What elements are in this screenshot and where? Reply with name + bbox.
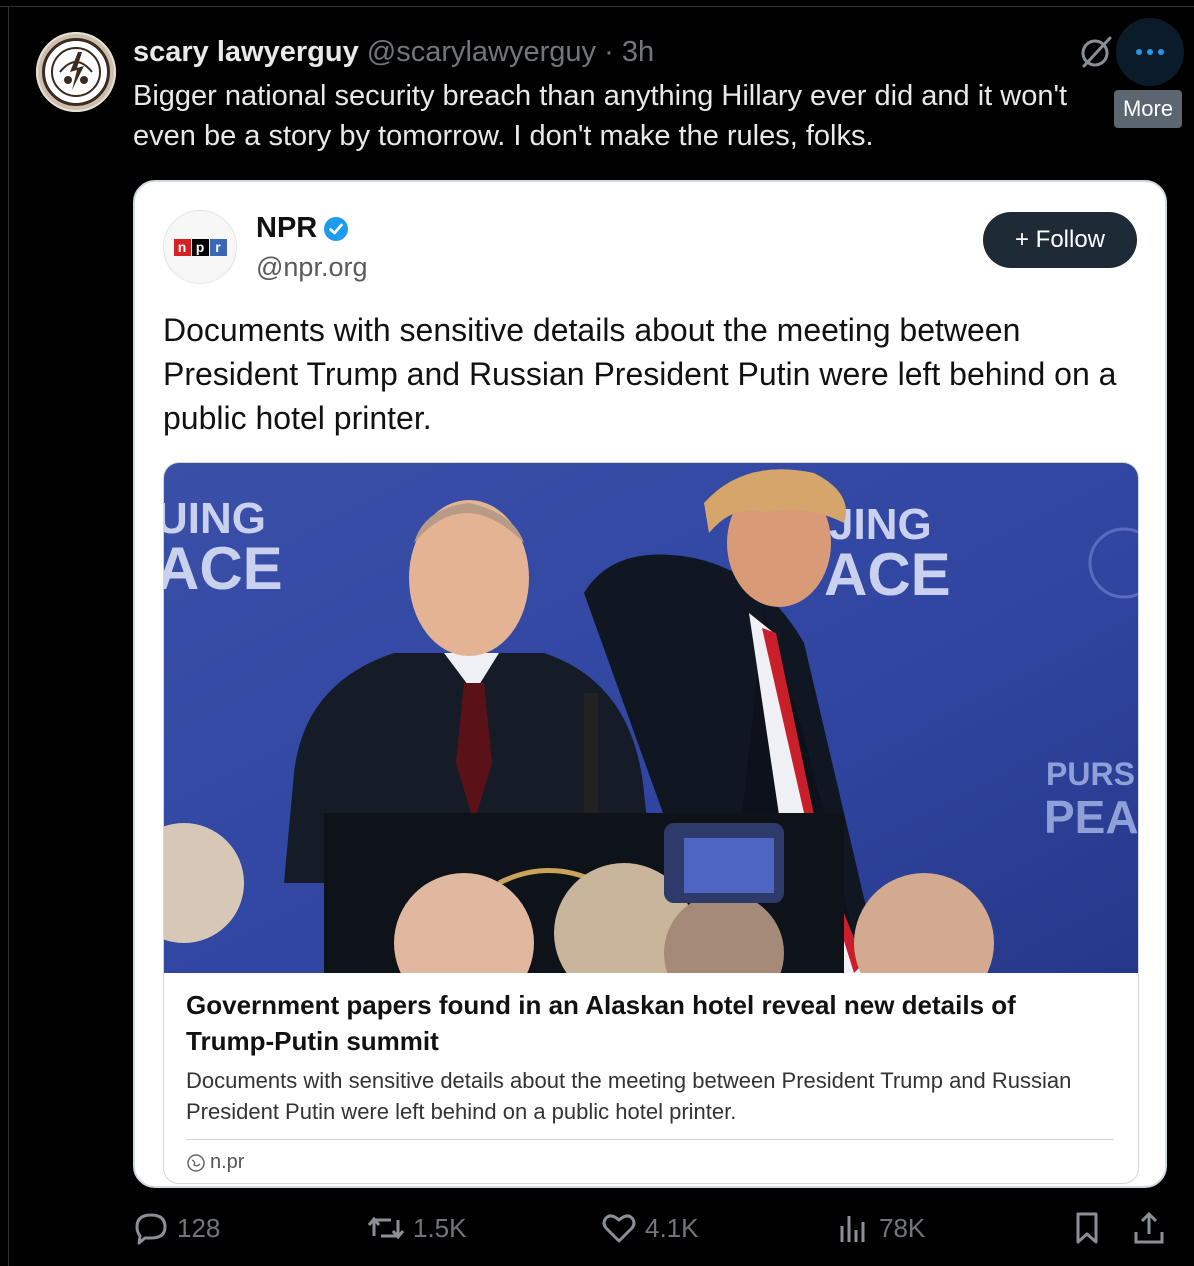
quoted-post-card[interactable]: n p r NPR @npr.org + Follow Documents wi… <box>133 180 1167 1188</box>
npr-logo-letter-p: p <box>191 238 209 256</box>
author-avatar[interactable] <box>36 32 116 112</box>
tweet-actions-bar: 128 1.5K 4.1K 78K <box>133 1210 1173 1256</box>
left-divider <box>8 6 9 1266</box>
views-chart-icon <box>840 1216 865 1242</box>
author-handle[interactable]: @scarylawyerguy <box>367 36 596 68</box>
article-title[interactable]: Government papers found in an Alaskan ho… <box>186 987 1106 1059</box>
article-divider <box>186 1139 1114 1140</box>
quoted-author-name[interactable]: NPR <box>256 212 317 245</box>
repost-button[interactable]: 1.5K <box>367 1210 467 1246</box>
link-globe-icon <box>187 1153 205 1172</box>
header-separator: · <box>604 36 614 68</box>
more-dots-icon <box>1136 49 1164 55</box>
verified-badge-icon <box>324 216 349 241</box>
views-button[interactable]: 78K <box>835 1210 925 1246</box>
like-button[interactable]: 4.1K <box>601 1210 699 1246</box>
share-button[interactable] <box>1131 1210 1175 1246</box>
npr-logo-letter-n: n <box>173 238 191 256</box>
top-divider <box>0 6 1194 7</box>
bookmark-button[interactable] <box>1069 1210 1113 1246</box>
tweet-time[interactable]: 3h <box>622 36 654 68</box>
reply-count: 128 <box>177 1212 221 1243</box>
article-domain[interactable]: n.pr <box>210 1151 244 1174</box>
npr-logo-letter-r: r <box>209 238 227 256</box>
article-description: Documents with sensitive details about t… <box>186 1068 1072 1124</box>
backdrop-text-far-right-1: PURS <box>1046 756 1135 792</box>
repost-icon <box>367 1216 405 1240</box>
reply-icon <box>135 1213 167 1245</box>
link-preview-card[interactable]: UING ACE JING ACE PURS PEA Government pa… <box>163 462 1139 1184</box>
more-tooltip: More <box>1114 90 1182 128</box>
steal-your-face-icon <box>42 38 110 106</box>
repost-count: 1.5K <box>413 1212 467 1243</box>
author-name[interactable]: scary lawyerguy <box>133 36 359 68</box>
like-count: 4.1K <box>645 1212 699 1243</box>
npr-avatar[interactable]: n p r <box>163 210 237 284</box>
tweet-header: scary lawyerguy @scarylawyerguy · 3h <box>133 30 654 74</box>
quoted-post-text: Documents with sensitive details about t… <box>163 312 1117 436</box>
backdrop-text-right-2: ACE <box>824 541 951 608</box>
tweet-text: Bigger national security breach than any… <box>133 80 1068 152</box>
grok-icon[interactable] <box>1078 34 1114 70</box>
backdrop-text-far-right-2: PEA <box>1044 791 1138 843</box>
share-icon <box>1134 1211 1164 1244</box>
quoted-author-handle[interactable]: @npr.org <box>256 252 367 283</box>
quoted-author-name-row[interactable]: NPR <box>256 212 349 245</box>
heart-icon <box>602 1214 636 1243</box>
follow-button[interactable]: + Follow <box>983 212 1137 268</box>
bookmark-icon <box>1076 1212 1098 1244</box>
article-photo: UING ACE JING ACE PURS PEA <box>164 463 1138 973</box>
article-domain-row[interactable]: n.pr <box>186 1151 244 1174</box>
backdrop-text-left-2: ACE <box>164 535 283 602</box>
reply-button[interactable]: 128 <box>133 1210 220 1246</box>
view-count: 78K <box>879 1212 926 1243</box>
